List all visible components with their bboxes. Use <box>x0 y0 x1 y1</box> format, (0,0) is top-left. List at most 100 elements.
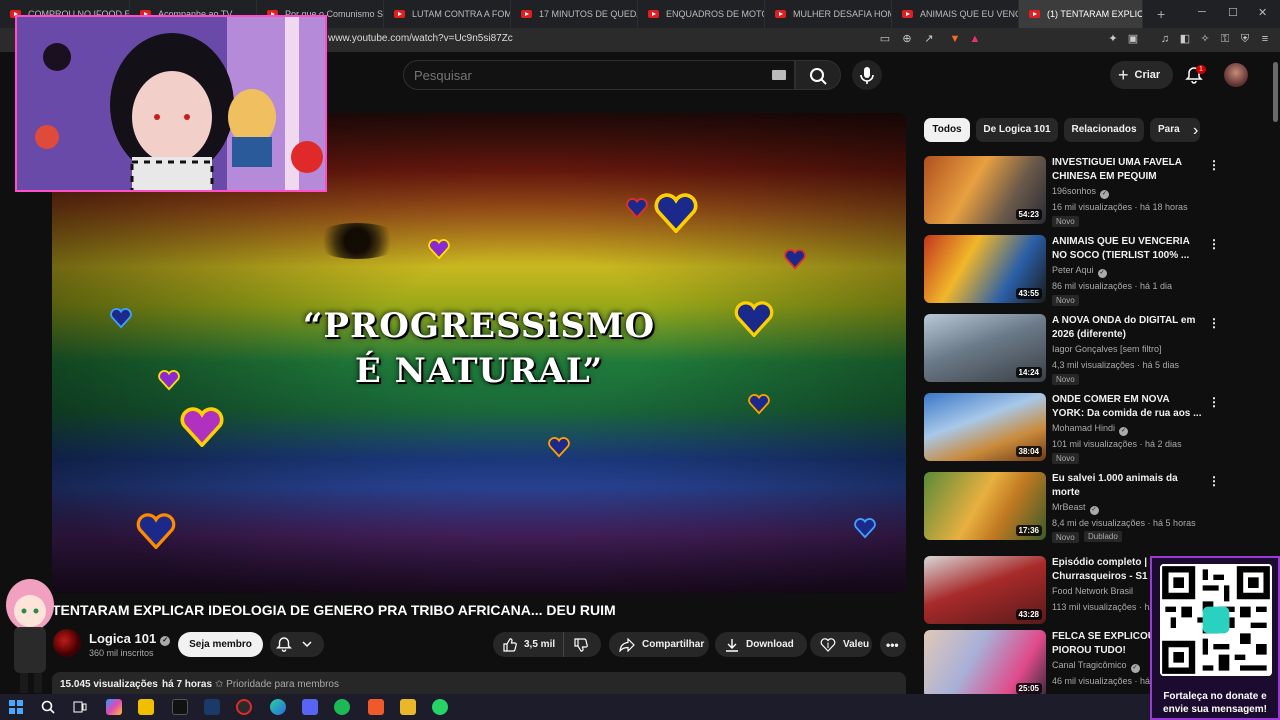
steam-icon[interactable] <box>204 699 220 715</box>
browser-tab[interactable]: ENQUADROS DE MOTO (I... <box>638 0 765 28</box>
recommendation-channel[interactable]: Mohamad Hindi ✓ <box>1052 423 1129 436</box>
recommendation-channel[interactable]: Food Network Brasil <box>1052 586 1133 596</box>
download-button[interactable]: Download <box>715 632 807 657</box>
chip-from-channel[interactable]: De Logica 101 <box>976 118 1058 142</box>
recommendation-item[interactable]: 38:04 ONDE COMER EM NOVA YORK: Da comida… <box>924 393 1220 465</box>
sidebar-icon[interactable]: ◧ <box>1178 32 1192 46</box>
voice-search-button[interactable] <box>852 60 882 90</box>
shield-icon[interactable]: ⛨ <box>1238 32 1252 46</box>
chevron-right-icon[interactable]: › <box>1193 122 1198 140</box>
subscriber-count: 360 mil inscritos <box>89 648 154 658</box>
spotify-icon[interactable] <box>334 699 350 715</box>
search-input[interactable] <box>404 61 744 89</box>
minimize-icon[interactable]: ─ <box>1198 6 1206 18</box>
recommendation-title[interactable]: ANIMAIS QUE EU VENCERIA NO SOCO (TIERLIS… <box>1052 235 1202 263</box>
scrollbar-thumb[interactable] <box>1273 62 1278 122</box>
video-thumbnail[interactable]: 17:36 <box>924 472 1046 540</box>
subscription-bell-button[interactable] <box>270 632 324 657</box>
more-vert-icon[interactable]: ⋮ <box>1208 158 1220 172</box>
video-thumbnail[interactable]: 43:28 <box>924 556 1046 624</box>
dislike-button[interactable] <box>563 632 601 657</box>
epic-games-icon[interactable] <box>172 699 188 715</box>
folder-icon[interactable] <box>400 699 416 715</box>
heart-icon <box>854 518 876 539</box>
discord-icon[interactable] <box>302 699 318 715</box>
menu-icon[interactable]: ≡ <box>1258 32 1272 46</box>
file-explorer-icon[interactable] <box>138 699 154 715</box>
chip-related[interactable]: Relacionados <box>1064 118 1144 142</box>
video-title: TENTARAM EXPLICAR IDEOLOGIA DE GENERO PR… <box>52 602 616 618</box>
youtube-icon <box>1029 10 1040 18</box>
share-button[interactable]: Compartilhar <box>609 632 709 657</box>
join-member-button[interactable]: Seja membro <box>178 632 263 657</box>
duration-badge: 43:28 <box>1015 609 1042 620</box>
close-window-icon[interactable]: ✕ <box>1258 6 1267 19</box>
browser-tab[interactable]: LUTAM CONTRA A FOME... <box>384 0 511 28</box>
recommendation-channel[interactable]: Peter Aqui ✓ <box>1052 265 1107 278</box>
copilot-icon[interactable] <box>106 699 122 715</box>
zoom-icon[interactable]: ⊕ <box>900 32 914 46</box>
more-vert-icon[interactable]: ⋮ <box>1208 474 1220 488</box>
music-icon[interactable]: ♫ <box>1158 32 1172 46</box>
like-button[interactable]: 3,5 mil <box>493 632 563 657</box>
recommendation-title[interactable]: Eu salvei 1.000 animais da morte <box>1052 472 1202 500</box>
video-thumbnail[interactable]: 38:04 <box>924 393 1046 461</box>
task-view-icon[interactable] <box>72 699 88 715</box>
maximize-icon[interactable]: ☐ <box>1228 6 1238 19</box>
thanks-button[interactable]: Valeu <box>810 632 872 657</box>
scrollbar[interactable] <box>1270 52 1280 552</box>
windows-start-icon[interactable] <box>8 699 24 715</box>
video-thumbnail[interactable]: 43:55 <box>924 235 1046 303</box>
verified-icon: ✓ <box>160 636 171 646</box>
more-vert-icon[interactable]: ⋮ <box>1208 316 1220 330</box>
recommendation-channel[interactable]: Canal Tragicômico ✓ <box>1052 660 1140 673</box>
browser-tab-active[interactable]: (1) TENTARAM EXPLIC✕ <box>1019 0 1143 28</box>
youtube-icon <box>902 10 913 18</box>
search-icon[interactable] <box>40 699 56 715</box>
chip-all[interactable]: Todos <box>924 118 970 142</box>
browser-tab[interactable]: 17 MINUTOS DE QUEDAS <box>511 0 638 28</box>
channel-name[interactable]: Logica 101 ✓ <box>89 631 171 646</box>
recommendation-item[interactable]: 54:23 INVESTIGUEI UMA FAVELA CHINESA EM … <box>924 156 1220 228</box>
screen-icon[interactable]: ▭ <box>878 32 892 46</box>
whatsapp-icon[interactable] <box>432 699 448 715</box>
brave-shield-icon[interactable]: ▼ <box>948 32 962 46</box>
more-vert-icon[interactable]: ⋮ <box>1208 395 1220 409</box>
browser-tab[interactable]: ANIMAIS QUE EU VENCER... <box>892 0 1019 28</box>
share-page-icon[interactable]: ↗ <box>922 32 936 46</box>
vpn-icon[interactable]: ⚿ <box>1218 32 1232 46</box>
recommendation-title[interactable]: A NOVA ONDA do DIGITAL em 2026 (diferent… <box>1052 314 1202 342</box>
donate-overlay: Fortaleça no donate e envie sua mensagem… <box>1150 556 1280 720</box>
rewards-icon[interactable]: ▲ <box>968 32 982 46</box>
recommendation-title[interactable]: ONDE COMER EM NOVA YORK: Da comida de ru… <box>1052 393 1202 421</box>
edge-icon[interactable] <box>270 699 286 715</box>
more-vert-icon[interactable]: ⋮ <box>1208 237 1220 251</box>
video-thumbnail[interactable]: 54:23 <box>924 156 1046 224</box>
create-button[interactable]: + Criar <box>1110 61 1173 89</box>
recommendation-channel[interactable]: MrBeast ✓ <box>1052 502 1099 515</box>
browser-tab[interactable]: MULHER DESAFIA HOME... <box>765 0 892 28</box>
search-box[interactable] <box>403 60 795 90</box>
obs-icon[interactable] <box>236 699 252 715</box>
brave-icon[interactable] <box>368 699 384 715</box>
ai-icon[interactable]: ✧ <box>1198 32 1212 46</box>
keyboard-icon[interactable] <box>772 70 786 80</box>
new-tab-icon[interactable]: + <box>1157 6 1165 22</box>
recommendation-channel[interactable]: Iagor Gonçalves [sem filtro] <box>1052 344 1162 354</box>
recommendation-title[interactable]: INVESTIGUEI UMA FAVELA CHINESA EM PEQUIM <box>1052 156 1202 184</box>
recommendation-channel[interactable]: 196sonhos ✓ <box>1052 186 1110 199</box>
recommendation-item[interactable]: 14:24 A NOVA ONDA do DIGITAL em 2026 (di… <box>924 314 1220 386</box>
recommendation-meta: 86 mil visualizações · há 1 dia <box>1052 281 1173 291</box>
wallet-icon[interactable]: ▣ <box>1126 32 1140 46</box>
recommendation-item[interactable]: 43:55 ANIMAIS QUE EU VENCERIA NO SOCO (T… <box>924 235 1220 307</box>
search-button[interactable] <box>795 60 841 90</box>
extensions-icon[interactable]: ✦ <box>1106 32 1120 46</box>
account-avatar[interactable] <box>1224 63 1248 87</box>
more-actions-button[interactable]: ••• <box>880 632 906 657</box>
url-field[interactable]: www.youtube.com/watch?v=Uc9n5si87Zc <box>328 33 513 44</box>
video-thumbnail[interactable]: 14:24 <box>924 314 1046 382</box>
heart-icon <box>180 407 224 447</box>
new-badge: Novo <box>1052 374 1079 385</box>
recommendation-item[interactable]: 17:36 Eu salvei 1.000 animais da morte M… <box>924 472 1220 544</box>
video-thumbnail[interactable]: 25:05 <box>924 630 1046 698</box>
